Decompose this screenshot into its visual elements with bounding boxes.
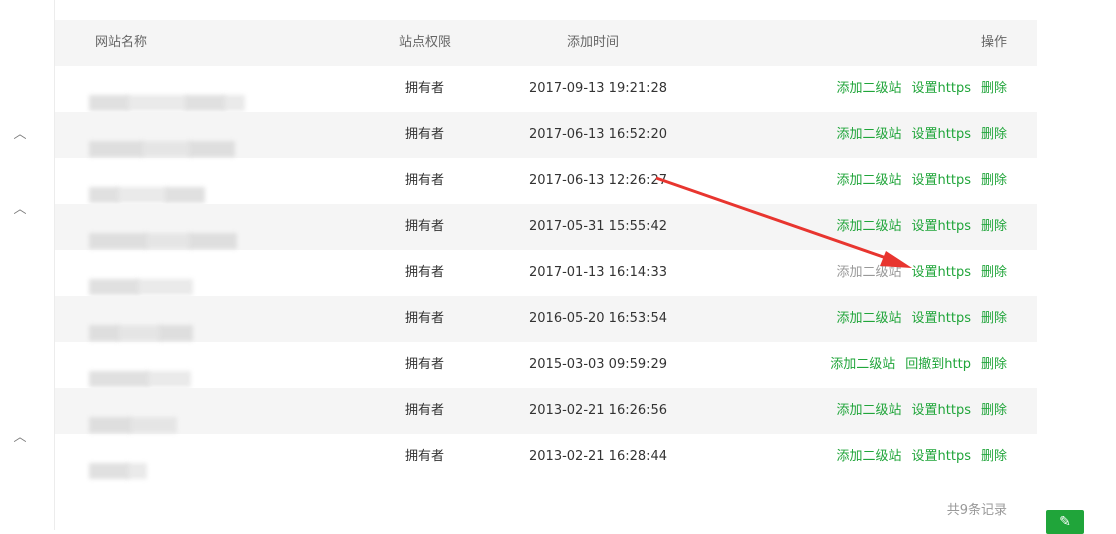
- site-name-redacted[interactable]: [89, 342, 259, 388]
- added-time: 2013-02-21 16:26:56: [529, 403, 668, 418]
- https-toggle-link[interactable]: 设置https: [912, 219, 971, 234]
- delete-link[interactable]: 删除: [981, 311, 1007, 326]
- header-name: 网站名称: [95, 35, 148, 50]
- site-name-redacted[interactable]: [89, 250, 259, 296]
- row-actions: 添加二级站 设置https 删除: [837, 66, 1008, 112]
- site-name-redacted[interactable]: [89, 388, 259, 434]
- delete-link[interactable]: 删除: [981, 449, 1007, 464]
- header-time: 添加时间: [567, 35, 620, 50]
- site-table: 网站名称 站点权限 添加时间 操作 拥有者 2017-09-13 19:21:28…: [55, 20, 1037, 480]
- added-time: 2013-02-21 16:28:44: [529, 449, 668, 464]
- site-name-redacted[interactable]: [89, 66, 259, 112]
- row-actions: 添加二级站 设置https 删除: [837, 204, 1008, 250]
- row-actions: 添加二级站 设置https 删除: [837, 296, 1008, 342]
- site-role: 拥有者: [405, 265, 445, 280]
- chevron-up-icon[interactable]: ︿: [12, 128, 28, 141]
- header-role: 站点权限: [399, 35, 452, 50]
- row-actions: 添加二级站 设置https 删除: [837, 158, 1008, 204]
- row-actions: 添加二级站 设置https 删除: [837, 434, 1008, 480]
- left-rail: ︿ ︿ ︿: [0, 0, 55, 530]
- add-subsite-link[interactable]: 添加二级站: [837, 219, 902, 234]
- site-role: 拥有者: [405, 403, 445, 418]
- table-row: 拥有者 2013-02-21 16:28:44 添加二级站 设置https 删除: [55, 434, 1037, 480]
- site-name-redacted[interactable]: [89, 158, 259, 204]
- table-row: 拥有者 2013-02-21 16:26:56 添加二级站 设置https 删除: [55, 388, 1037, 434]
- table-row: 拥有者 2017-05-31 15:55:42 添加二级站 设置https 删除: [55, 204, 1037, 250]
- https-toggle-link[interactable]: 设置https: [912, 81, 971, 96]
- add-subsite-link[interactable]: 添加二级站: [837, 127, 902, 142]
- added-time: 2016-05-20 16:53:54: [529, 311, 668, 326]
- table-row: 拥有者 2017-06-13 16:52:20 添加二级站 设置https 删除: [55, 112, 1037, 158]
- added-time: 2017-01-13 16:14:33: [529, 265, 668, 280]
- table-row: 拥有者 2017-06-13 12:26:27 添加二级站 设置https 删除: [55, 158, 1037, 204]
- https-toggle-link[interactable]: 设置https: [912, 127, 971, 142]
- add-subsite-link[interactable]: 添加二级站: [837, 81, 902, 96]
- add-subsite-link[interactable]: 添加二级站: [837, 173, 902, 188]
- delete-link[interactable]: 删除: [981, 219, 1007, 234]
- added-time: 2017-06-13 16:52:20: [529, 127, 668, 142]
- table-body: 拥有者 2017-09-13 19:21:28 添加二级站 设置https 删除 拥有者 2…: [55, 66, 1037, 480]
- site-role: 拥有者: [405, 81, 445, 96]
- header-ops: 操作: [980, 35, 1007, 50]
- https-toggle-link[interactable]: 设置https: [912, 311, 971, 326]
- table-row: 拥有者 2016-05-20 16:53:54 添加二级站 设置https 删除: [55, 296, 1037, 342]
- site-role: 拥有者: [405, 127, 445, 142]
- https-toggle-link[interactable]: 设置https: [912, 173, 971, 188]
- chevron-up-icon[interactable]: ︿: [12, 431, 28, 444]
- row-actions: 添加二级站 回撤到http 删除: [830, 342, 1007, 388]
- table-row: 拥有者 2017-09-13 19:21:28 添加二级站 设置https 删除: [55, 66, 1037, 112]
- add-subsite-link[interactable]: 添加二级站: [837, 311, 902, 326]
- delete-link[interactable]: 删除: [981, 265, 1007, 280]
- added-time: 2017-09-13 19:21:28: [529, 81, 668, 96]
- add-subsite-link[interactable]: 添加二级站: [837, 265, 902, 280]
- site-role: 拥有者: [405, 449, 445, 464]
- row-actions: 添加二级站 设置https 删除: [837, 250, 1008, 296]
- edit-icon[interactable]: ✎: [1046, 510, 1084, 534]
- site-role: 拥有者: [405, 311, 445, 326]
- https-toggle-link[interactable]: 设置https: [912, 403, 971, 418]
- added-time: 2017-05-31 15:55:42: [529, 219, 668, 234]
- row-actions: 添加二级站 设置https 删除: [837, 388, 1008, 434]
- table-header: 网站名称 站点权限 添加时间 操作: [55, 20, 1037, 66]
- row-actions: 添加二级站 设置https 删除: [837, 112, 1008, 158]
- delete-link[interactable]: 删除: [981, 357, 1007, 372]
- delete-link[interactable]: 删除: [981, 173, 1007, 188]
- site-role: 拥有者: [405, 357, 445, 372]
- site-name-redacted[interactable]: [89, 112, 259, 158]
- site-name-redacted[interactable]: [89, 434, 259, 480]
- site-role: 拥有者: [405, 219, 445, 234]
- https-toggle-link[interactable]: 回撤到http: [905, 357, 971, 372]
- add-subsite-link[interactable]: 添加二级站: [830, 357, 895, 372]
- add-subsite-link[interactable]: 添加二级站: [837, 403, 902, 418]
- site-role: 拥有者: [405, 173, 445, 188]
- delete-link[interactable]: 删除: [981, 81, 1007, 96]
- table-row: 拥有者 2017-01-13 16:14:33 添加二级站 设置https 删除: [55, 250, 1037, 296]
- add-subsite-link[interactable]: 添加二级站: [837, 449, 902, 464]
- site-name-redacted[interactable]: [89, 204, 259, 250]
- record-count: 共9条记录: [946, 503, 1007, 518]
- table-row: 拥有者 2015-03-03 09:59:29 添加二级站 回撤到http 删除: [55, 342, 1037, 388]
- https-toggle-link[interactable]: 设置https: [912, 449, 971, 464]
- delete-link[interactable]: 删除: [981, 127, 1007, 142]
- delete-link[interactable]: 删除: [981, 403, 1007, 418]
- site-name-redacted[interactable]: [89, 296, 259, 342]
- added-time: 2017-06-13 12:26:27: [529, 173, 668, 188]
- chevron-up-icon[interactable]: ︿: [12, 203, 28, 216]
- added-time: 2015-03-03 09:59:29: [529, 357, 668, 372]
- https-toggle-link[interactable]: 设置https: [912, 265, 971, 280]
